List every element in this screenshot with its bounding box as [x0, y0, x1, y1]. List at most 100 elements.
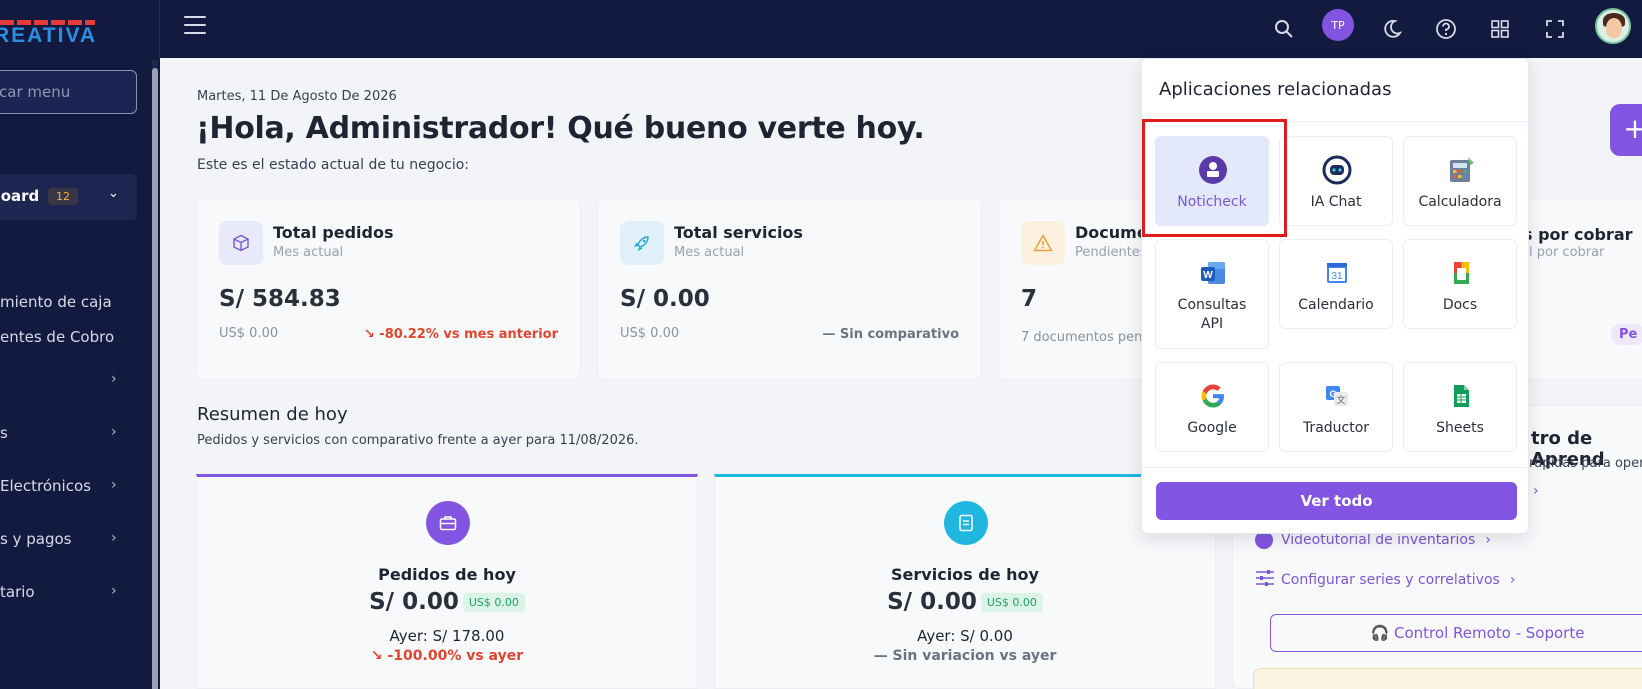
card-value: 7	[1021, 286, 1038, 312]
panel-title: Servicios de hoy	[891, 565, 1039, 584]
sheets-icon	[1446, 381, 1476, 411]
card-usd: US$ 0.00	[219, 326, 279, 341]
chevron-right-icon: ›	[111, 371, 117, 387]
svg-text:文: 文	[1336, 394, 1345, 405]
chevron-down-icon: ⌄	[108, 186, 119, 201]
card-subtitle: Pendientes	[1075, 245, 1147, 260]
panel-title: Pedidos de hoy	[378, 565, 516, 584]
card-title: Total pedidos	[273, 223, 394, 242]
app-tile-calculadora[interactable]: Calculadora	[1403, 136, 1517, 226]
chevron-right-icon: ›	[111, 530, 117, 546]
app-tile-calendario[interactable]: 31 Calendario	[1279, 239, 1393, 329]
page-title: ¡Hola, Administrador! Qué bueno verte ho…	[196, 111, 925, 146]
card-subtitle: Mes actual	[674, 245, 745, 260]
chevron-right-icon: ›	[111, 583, 117, 599]
sidebar-item-clientes-cobro[interactable]: entes de Cobro	[0, 328, 140, 346]
card-title: s por cobrar	[1523, 225, 1633, 244]
sidebar-item-label: board	[0, 187, 40, 205]
card-total-servicios: Total servicios Mes actual S/ 0.00 US$ 0…	[597, 198, 982, 380]
panel-value: S/ 0.00 US$ 0.00	[197, 589, 697, 615]
ia-chat-icon	[1322, 155, 1352, 185]
brand-logo[interactable]: REATIVA	[0, 0, 160, 58]
svg-text:W: W	[1203, 270, 1213, 281]
chevron-right-icon: ›	[111, 477, 117, 493]
menu-icon[interactable]	[184, 16, 206, 34]
svg-text:31: 31	[1331, 271, 1343, 282]
card-title: Total servicios	[674, 223, 803, 242]
google-icon	[1198, 381, 1228, 411]
panel-comparison: ↘ -100.00% vs ayer	[370, 648, 524, 664]
today-pedidos-panel: Pedidos de hoy S/ 0.00 US$ 0.00 Ayer: S/ …	[196, 474, 698, 689]
app-tile-google[interactable]: Google	[1155, 362, 1269, 452]
app-tile-traductor[interactable]: G文 Traductor	[1279, 362, 1393, 452]
search-icon[interactable]	[1267, 12, 1301, 46]
warning-icon	[1021, 221, 1065, 265]
sidebar-scrollbar[interactable]	[152, 60, 158, 689]
chevron-right-icon[interactable]: ›	[1533, 483, 1539, 499]
calculator-icon	[1446, 155, 1476, 185]
sidebar-item-s[interactable]: s ›	[0, 424, 140, 442]
dropdown-title: Aplicaciones relacionadas	[1159, 79, 1392, 100]
chevron-right-icon: ›	[1509, 572, 1516, 588]
card-comparison: ↘ -80.22% vs mes anterior	[363, 327, 558, 342]
card-subtitle: rápidas para oper	[1529, 456, 1642, 471]
help-icon[interactable]	[1429, 12, 1463, 46]
card-subtitle: l por cobrar	[1529, 245, 1605, 260]
document-icon	[944, 501, 988, 545]
box-icon	[219, 221, 263, 265]
view-all-button[interactable]: Ver todo	[1156, 482, 1517, 520]
card-value: S/ 0.00	[620, 286, 710, 312]
card-total-pedidos: Total pedidos Mes actual S/ 584.83 US$ 0…	[196, 198, 581, 380]
dash-icon: —	[822, 327, 836, 342]
panel-value: S/ 0.00 US$ 0.00	[715, 589, 1215, 615]
user-avatar[interactable]	[1595, 8, 1631, 44]
card-detail: 7 documentos pend	[1021, 330, 1151, 345]
app-tile-consultas-api[interactable]: W Consultas API	[1155, 239, 1269, 349]
add-button[interactable]: +	[1610, 104, 1642, 156]
card-subtitle: Mes actual	[273, 245, 344, 260]
sidebar: board 12 ⌄ miento de caja entes de Cobro…	[0, 58, 160, 689]
chevron-right-icon: ›	[1485, 532, 1491, 548]
app-tile-ia-chat[interactable]: IA Chat	[1279, 136, 1393, 226]
fullscreen-icon[interactable]	[1538, 12, 1572, 46]
sidebar-search[interactable]	[0, 70, 137, 114]
sidebar-search-input[interactable]	[0, 71, 136, 113]
trend-down-icon: ↘	[363, 327, 375, 342]
notification-badge: 12	[48, 188, 78, 205]
chevron-right-icon: ›	[111, 424, 117, 440]
selection-highlight	[1142, 119, 1287, 237]
card-value: S/ 584.83	[219, 286, 341, 312]
app-tile-docs[interactable]: Docs	[1403, 239, 1517, 329]
sidebar-item-dashboard[interactable]: board 12 ⌄	[0, 174, 137, 220]
sidebar-item-inventario[interactable]: tario ›	[0, 583, 140, 601]
sidebar-item-movimiento-caja[interactable]: miento de caja	[0, 293, 140, 311]
current-date: Martes, 11 De Agosto De 2026	[197, 89, 397, 104]
scrollbar-thumb[interactable]	[152, 68, 158, 689]
usd-badge: US$ 0.00	[980, 593, 1043, 612]
sidebar-item-electronicos[interactable]: Electrónicos ›	[0, 477, 140, 495]
app-tile-sheets[interactable]: Sheets	[1403, 362, 1517, 452]
top-bar: REATIVA TP	[0, 0, 1642, 58]
word-icon: W	[1198, 258, 1228, 288]
sidebar-item-pagos[interactable]: s y pagos ›	[0, 530, 140, 548]
calendar-icon: 31	[1322, 258, 1352, 288]
translate-icon: G文	[1322, 381, 1352, 411]
apps-grid-icon[interactable]	[1483, 12, 1517, 46]
trend-down-icon: ↘	[370, 648, 383, 664]
remote-support-button[interactable]: 🎧 Control Remoto - Soporte	[1270, 614, 1642, 652]
yesterday-value: Ayer: S/ 0.00	[917, 627, 1013, 645]
docs-icon	[1446, 258, 1476, 288]
notice-strip	[1253, 668, 1642, 689]
link-configurar-series[interactable]: Configurar series y correlativos ›	[1255, 569, 1515, 591]
usd-badge: US$ 0.00	[462, 593, 525, 612]
page-subtitle: Este es el estado actual de tu negocio:	[197, 157, 470, 173]
status-badge: Pe	[1611, 324, 1642, 345]
divider	[1142, 467, 1528, 468]
dash-icon: —	[873, 648, 888, 664]
user-initials-avatar[interactable]: TP	[1322, 9, 1354, 41]
panel-comparison: — Sin variacion vs ayer	[873, 648, 1057, 664]
headset-icon: 🎧	[1370, 624, 1390, 642]
briefcase-icon	[426, 501, 470, 545]
moon-icon[interactable]	[1375, 12, 1409, 46]
card-comparison: — Sin comparativo	[822, 327, 959, 342]
